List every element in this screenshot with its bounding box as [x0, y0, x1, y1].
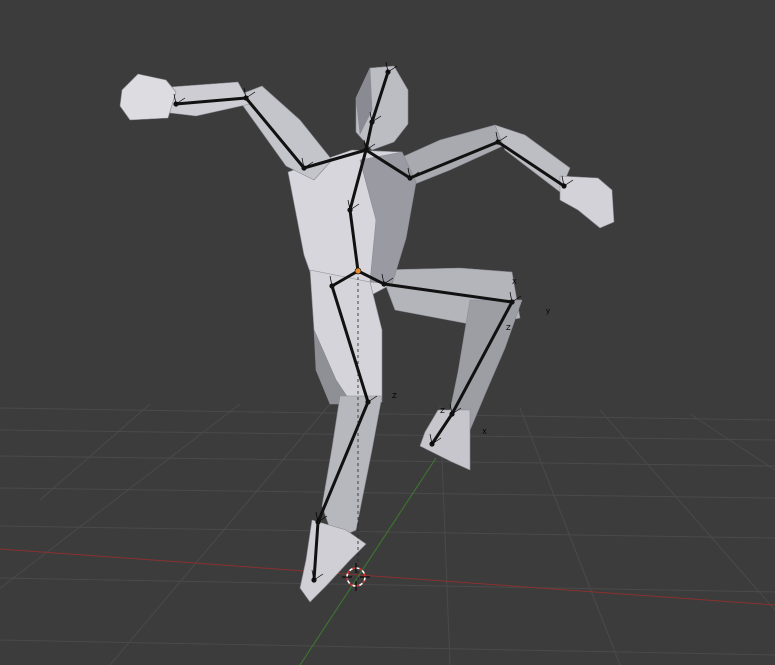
3d-viewport[interactable]: Xy Z Z Z X: [0, 0, 775, 665]
bone-axis-label-z: Z: [392, 392, 397, 400]
bone-axis-label-z: Z: [506, 324, 511, 332]
bone-axis-label-z: Z: [440, 407, 445, 415]
bone-axis-label-x: X: [482, 428, 487, 436]
active-object-origin-icon[interactable]: [354, 267, 362, 275]
bone-axis-label-x: X: [512, 278, 517, 286]
bone-axis-label-y: y: [546, 307, 550, 315]
viewport-canvas[interactable]: Xy Z Z Z X: [0, 0, 775, 665]
